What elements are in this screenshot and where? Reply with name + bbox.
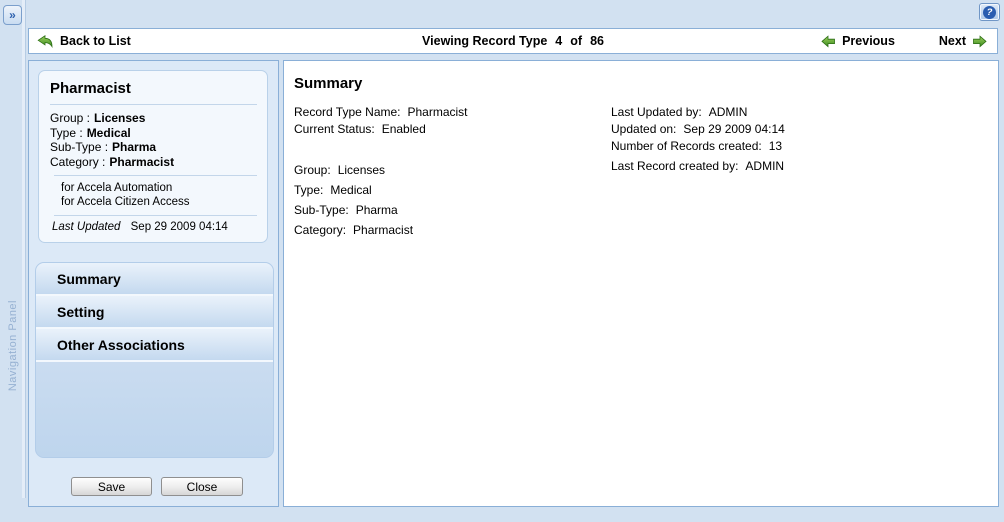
navigation-panel-strip: » Navigation Panel (0, 0, 26, 498)
card-field-value: Pharmacist (109, 155, 174, 169)
chevron-right-double-icon: » (9, 8, 16, 22)
field-label: Last Updated by: (611, 105, 702, 119)
sidebar-menu-filler (36, 362, 273, 457)
save-button[interactable]: Save (71, 477, 152, 496)
column-spacer (294, 139, 468, 163)
field-value: Pharma (356, 203, 398, 217)
for-accela-citizen-access-line: for Accela Citizen Access (50, 195, 257, 209)
previous-link[interactable]: Previous (821, 34, 895, 48)
sidebar-menu: Summary Setting Other Associations (35, 262, 274, 458)
back-to-list-label: Back to List (60, 34, 131, 48)
field-label: Category: (294, 223, 346, 237)
card-field-label: Sub-Type : (50, 140, 108, 154)
toolbar: Back to List Viewing Record Type 4 of 86 Pr… (28, 28, 998, 54)
card-field-label: Type : (50, 126, 83, 140)
field-category: Category: Pharmacist (294, 223, 468, 243)
card-divider (50, 104, 257, 105)
expand-nav-button[interactable]: » (3, 5, 22, 25)
next-label: Next (939, 34, 966, 48)
field-value: Licenses (338, 163, 385, 177)
field-value: ADMIN (745, 159, 784, 173)
field-sub-type: Sub-Type: Pharma (294, 203, 468, 223)
help-button[interactable]: ? (979, 3, 1000, 21)
field-value: Pharmacist (353, 223, 413, 237)
field-value: Enabled (382, 122, 426, 136)
last-updated-value: Sep 29 2009 04:14 (131, 221, 228, 233)
for-accela-automation-line: for Accela Automation (50, 181, 257, 195)
viewing-of-label: of (570, 34, 582, 48)
field-group: Group: Licenses (294, 163, 468, 183)
field-number-of-records-created: Number of Records created: 13 (611, 139, 785, 159)
summary-left-column: Record Type Name: Pharmacist Current Stat… (294, 105, 468, 243)
viewing-label: Viewing Record Type (422, 34, 547, 48)
field-label: Number of Records created: (611, 139, 762, 153)
viewing-total-count: 86 (590, 34, 604, 48)
back-to-list-link[interactable]: Back to List (37, 34, 131, 48)
card-field-type: Type : Medical (50, 126, 257, 141)
card-divider (54, 175, 257, 176)
field-current-status: Current Status: Enabled (294, 122, 468, 139)
toolbar-right: Previous Next (821, 34, 989, 48)
card-field-value: Pharma (112, 140, 156, 154)
last-updated-label: Last Updated (52, 221, 120, 233)
field-label: Updated on: (611, 122, 676, 136)
card-field-category: Category : Pharmacist (50, 155, 257, 170)
field-label: Sub-Type: (294, 203, 349, 217)
sidebar-item-summary[interactable]: Summary (36, 263, 273, 296)
record-card-title: Pharmacist (50, 80, 257, 97)
field-last-updated-by: Last Updated by: ADMIN (611, 105, 785, 122)
card-field-subtype: Sub-Type : Pharma (50, 140, 257, 155)
field-updated-on: Updated on: Sep 29 2009 04:14 (611, 122, 785, 139)
field-label: Record Type Name: (294, 105, 401, 119)
field-label: Current Status: (294, 122, 375, 136)
next-link[interactable]: Next (939, 34, 987, 48)
field-value: Medical (330, 183, 371, 197)
help-icon: ? (983, 6, 996, 19)
record-summary-card: Pharmacist Group : Licenses Type : Medical… (38, 70, 268, 243)
navigation-panel-label: Navigation Panel (7, 300, 19, 391)
previous-label: Previous (842, 34, 895, 48)
back-arrow-icon (37, 35, 54, 48)
viewing-current-index: 4 (555, 34, 562, 48)
card-field-label: Category : (50, 155, 105, 169)
field-value: 13 (769, 139, 782, 153)
summary-title: Summary (294, 75, 362, 92)
card-field-label: Group : (50, 111, 90, 125)
field-value: Sep 29 2009 04:14 (683, 122, 784, 136)
last-updated-line: Last Updated Sep 29 2009 04:14 (50, 221, 257, 233)
field-record-type-name: Record Type Name: Pharmacist (294, 105, 468, 122)
field-last-record-created-by: Last Record created by: ADMIN (611, 159, 785, 179)
sidebar-panel: Pharmacist Group : Licenses Type : Medical… (28, 60, 279, 507)
card-field-value: Licenses (94, 111, 145, 125)
sidebar-item-setting[interactable]: Setting (36, 296, 273, 329)
field-label: Group: (294, 163, 331, 177)
summary-right-column: Last Updated by: ADMIN Updated on: Sep 29 … (611, 105, 785, 179)
card-field-group: Group : Licenses (50, 111, 257, 126)
sidebar-item-other-associations[interactable]: Other Associations (36, 329, 273, 362)
field-value: ADMIN (709, 105, 748, 119)
navigation-panel-label-wrap: Navigation Panel (0, 256, 25, 436)
close-button[interactable]: Close (161, 477, 243, 496)
summary-panel: Summary Record Type Name: Pharmacist Curr… (283, 60, 999, 507)
card-divider (54, 215, 257, 216)
field-label: Last Record created by: (611, 159, 738, 173)
card-field-value: Medical (87, 126, 131, 140)
record-type-viewer-page: { "colors": { "page-bg": "#d2e1f1", "pan… (0, 0, 1004, 522)
previous-arrow-icon (821, 35, 836, 48)
field-value: Pharmacist (408, 105, 468, 119)
field-type: Type: Medical (294, 183, 468, 203)
field-label: Type: (294, 183, 323, 197)
next-arrow-icon (972, 35, 987, 48)
